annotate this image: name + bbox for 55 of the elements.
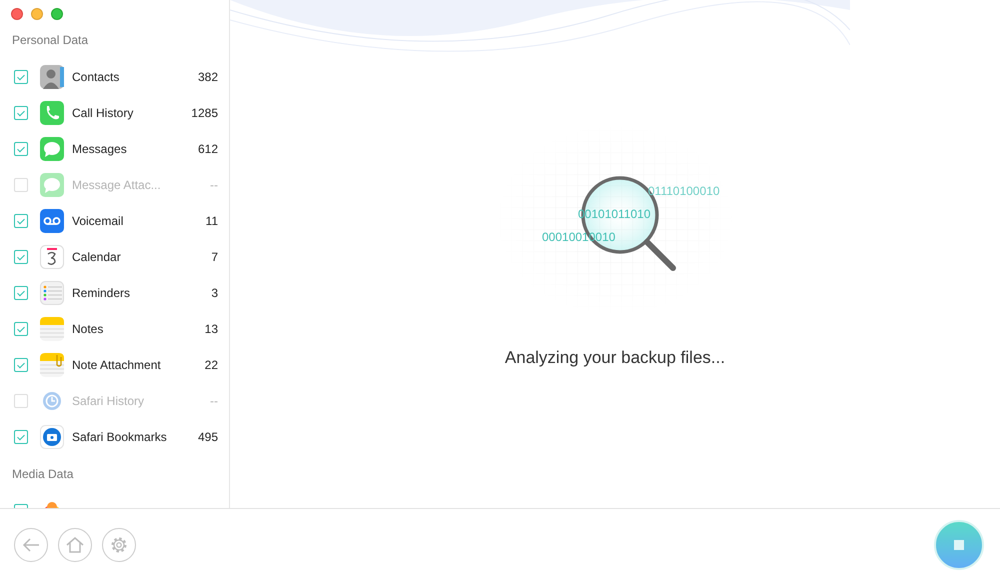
item-count: -- xyxy=(210,178,218,192)
item-count: 7 xyxy=(211,250,218,264)
checkbox[interactable] xyxy=(14,70,28,84)
section-header: Personal Data xyxy=(11,32,90,49)
folder-icon xyxy=(40,425,64,449)
home-icon xyxy=(66,537,84,553)
voicemail-icon xyxy=(40,209,64,233)
settings-icon xyxy=(110,536,128,554)
settings-button[interactable] xyxy=(102,528,136,562)
category-label: Messages xyxy=(72,142,128,156)
calendar-icon xyxy=(40,245,64,269)
category-label: Calendar xyxy=(72,250,122,264)
speech-bubble-icon xyxy=(40,137,64,161)
category-label: Contacts xyxy=(72,70,120,84)
back-button[interactable] xyxy=(14,528,48,562)
checkbox[interactable] xyxy=(14,322,28,336)
notepad-icon xyxy=(40,353,64,377)
section-header: Media Data xyxy=(11,466,74,483)
zoom-button[interactable] xyxy=(51,8,63,20)
list-icon xyxy=(40,281,64,305)
item-count: 22 xyxy=(204,358,218,372)
speech-bubble-icon xyxy=(40,173,64,197)
checkbox[interactable] xyxy=(14,286,28,300)
item-count: 612 xyxy=(198,142,218,156)
item-count: 11 xyxy=(206,214,218,228)
checkbox[interactable] xyxy=(14,106,28,120)
category-label: Call History xyxy=(72,106,134,120)
category-label: Reminders xyxy=(72,286,132,300)
checkbox[interactable] xyxy=(14,430,28,444)
minimize-button[interactable] xyxy=(31,8,43,20)
checkbox[interactable] xyxy=(14,142,28,156)
close-button[interactable] xyxy=(11,8,23,20)
clock-icon xyxy=(40,389,64,413)
home-button[interactable] xyxy=(58,528,92,562)
item-count: 3 xyxy=(211,286,218,300)
category-label: Safari Bookmarks xyxy=(72,430,168,444)
status-text: Analyzing your backup files... xyxy=(504,348,726,368)
item-count: 495 xyxy=(198,430,218,444)
item-count: 13 xyxy=(204,322,218,336)
category-label: Message Attac... xyxy=(72,178,162,192)
category-label: Notes xyxy=(72,322,104,336)
item-count: -- xyxy=(210,394,218,408)
notepad-icon xyxy=(40,317,64,341)
back-arrow-icon xyxy=(22,538,40,552)
category-label: Note Attachment xyxy=(72,358,162,372)
checkbox[interactable] xyxy=(14,214,28,228)
contacts-icon xyxy=(40,65,64,89)
phone-icon xyxy=(40,101,64,125)
checkbox[interactable] xyxy=(14,358,28,372)
category-label: Voicemail xyxy=(72,214,124,228)
category-label: Safari History xyxy=(72,394,146,408)
item-count: 1285 xyxy=(191,106,218,120)
item-count: 382 xyxy=(198,70,218,84)
checkbox[interactable] xyxy=(14,250,28,264)
stop-button[interactable] xyxy=(934,520,984,570)
